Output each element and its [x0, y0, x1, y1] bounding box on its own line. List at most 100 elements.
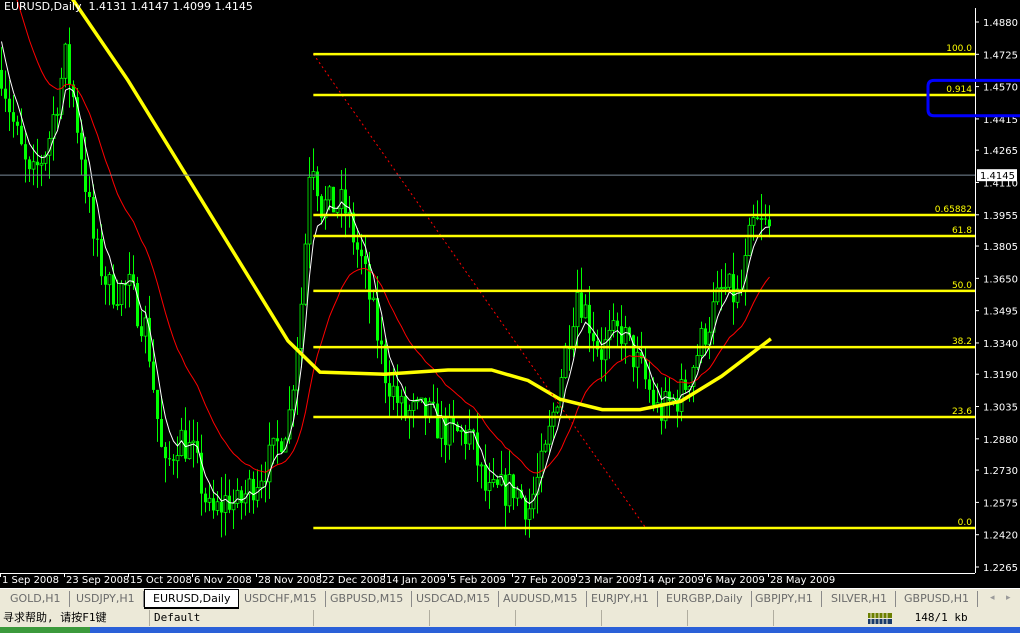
bar-body: [632, 335, 635, 368]
bar-body: [447, 417, 452, 446]
price-bar: [768, 205, 771, 238]
bar-body: [115, 304, 120, 307]
time-tick-label: 22 Dec 2008: [322, 575, 386, 586]
bar-body: [96, 238, 99, 240]
bar-body: [484, 464, 487, 491]
price-bar: [635, 336, 640, 389]
start-button[interactable]: [0, 627, 90, 633]
price-bar: [668, 377, 671, 417]
price-tick-label: 1.2265: [983, 563, 1018, 574]
price-bar: [43, 151, 48, 171]
bar-body: [588, 304, 591, 334]
price-bar: [179, 417, 184, 457]
tab-gold-h1[interactable]: GOLD,H1: [2, 591, 70, 607]
time-tick-label: 28 May 2009: [770, 575, 835, 586]
price-bar: [415, 396, 420, 410]
bar-body: [212, 498, 215, 511]
bar-body: [223, 495, 228, 513]
tab-audusd-m15[interactable]: AUDUSD,M15: [495, 591, 587, 607]
tab-gbpjpy-h1[interactable]: GBPJPY,H1: [747, 591, 822, 607]
tab-scroll-right-icon[interactable]: ▸: [1006, 593, 1011, 603]
price-chart[interactable]: 1.4880 1.4725 1.4570 1.4415 1.4265 1.4110 1.39…: [0, 0, 1020, 588]
bar-body: [404, 396, 407, 417]
price-bar: [28, 156, 31, 182]
fib-level-label: 0.0: [958, 518, 973, 528]
tab-usdchf-m15[interactable]: USDCHF,M15: [236, 591, 326, 607]
tab-silver-h1[interactable]: SILVER,H1: [823, 591, 897, 607]
bar-body: [136, 283, 139, 327]
bar-body: [436, 403, 439, 439]
bar-body: [600, 349, 603, 360]
bar-body: [623, 327, 628, 345]
bar-body: [543, 443, 548, 452]
tab-eurjpy-h1[interactable]: EURJPY,H1: [583, 591, 658, 607]
price-bar: [127, 252, 132, 308]
price-bar: [684, 369, 687, 394]
time-tick-label: 23 Sep 2008: [66, 575, 129, 586]
traffic-counter: 148/1 kb: [914, 611, 968, 624]
bar-body: [407, 410, 412, 417]
tab-gbpusd-m15[interactable]: GBPUSD,M15: [322, 591, 413, 607]
bar-body: [335, 208, 340, 213]
tab-eurgbp-daily[interactable]: EURGBP,Daily: [658, 591, 752, 607]
tab-usdjpy-h1[interactable]: USDJPY,H1: [68, 591, 144, 607]
price-bar: [588, 286, 591, 353]
price-bar: [580, 267, 583, 323]
bar-body: [55, 113, 60, 116]
bar-body: [559, 377, 564, 408]
price-bar: [200, 434, 203, 516]
price-bar: [535, 453, 540, 514]
bar-body: [396, 386, 399, 403]
time-tick-label: 23 Mar 2009: [578, 575, 641, 586]
time-tick-label: 28 Nov 2008: [258, 575, 322, 586]
bar-body: [168, 458, 171, 460]
price-bar: [235, 478, 240, 509]
bar-body: [100, 238, 103, 277]
bar-body: [391, 385, 396, 397]
bar-body: [759, 218, 764, 220]
tab-eurusd-daily[interactable]: EURUSD,Daily: [144, 589, 240, 609]
tab-usdcad-m15[interactable]: USDCAD,M15: [408, 591, 500, 607]
price-bar: [456, 421, 459, 433]
connection-status: 148/1 kb: [864, 610, 1008, 626]
tab-scroll-left-icon[interactable]: ◂: [990, 593, 995, 603]
bar-body: [547, 425, 552, 445]
price-bar: [743, 238, 748, 306]
price-bar: [164, 442, 167, 483]
bar-body: [388, 383, 391, 397]
bar-body: [39, 162, 44, 166]
chart-canvas[interactable]: 1.48801.47251.45701.44151.42651.41101.39…: [0, 0, 1020, 588]
status-cell-empty: [429, 610, 518, 626]
time-tick-label: 14 Jan 2009: [386, 575, 446, 586]
price-bar: [571, 307, 576, 358]
price-bar: [104, 266, 107, 305]
price-bar: [175, 436, 180, 479]
symbol-title: EURUSD,Daily: [4, 0, 82, 13]
price-bar: [607, 310, 612, 359]
bar-body: [747, 224, 752, 256]
bar-body: [571, 326, 576, 350]
time-tick-label: 27 Feb 2009: [514, 575, 576, 586]
price-tick-label: 1.4265: [983, 146, 1018, 157]
bar-body: [551, 411, 556, 427]
bar-body: [432, 401, 435, 404]
price-bar: [68, 27, 71, 108]
bar-body: [112, 274, 115, 305]
bar-body: [668, 391, 671, 401]
status-cell-empty: [515, 610, 604, 626]
bar-body: [31, 161, 36, 170]
price-tick-label: 1.4725: [983, 50, 1018, 61]
price-bar: [623, 315, 628, 364]
bar-body: [84, 159, 87, 192]
price-bar: [447, 403, 452, 460]
bar-body: [191, 440, 196, 444]
bar-body: [563, 345, 568, 379]
price-bar: [0, 46, 3, 96]
price-bar: [452, 400, 455, 443]
price-bar: [196, 421, 199, 464]
bar-body: [592, 333, 595, 342]
bar-body: [259, 480, 264, 488]
bar-body: [496, 479, 499, 485]
bar-body: [307, 176, 312, 245]
tab-gbpusd-h1[interactable]: GBPUSD,H1: [896, 591, 978, 607]
